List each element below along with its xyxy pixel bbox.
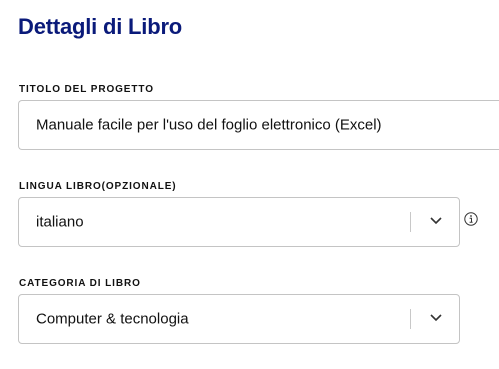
- book-category-label: CATEGORIA DI LIBRO: [19, 278, 141, 289]
- book-language-label: LINGUA LIBRO(OPZIONALE): [19, 181, 177, 192]
- book-language-value: italiano: [36, 213, 84, 231]
- select-divider: [410, 212, 411, 232]
- project-title-value: Manuale facile per l'uso del foglio elet…: [36, 116, 382, 134]
- info-icon[interactable]: [464, 212, 478, 226]
- page-title: Dettagli di Libro: [18, 14, 183, 39]
- book-language-select[interactable]: italiano: [18, 197, 460, 247]
- project-title-input[interactable]: Manuale facile per l'uso del foglio elet…: [18, 100, 499, 150]
- chevron-down-icon: [430, 217, 442, 225]
- book-category-select[interactable]: Computer & tecnologia: [18, 294, 460, 344]
- chevron-down-icon: [430, 314, 442, 322]
- book-details-page: Dettagli di Libro TITOLO DEL PROGETTO Ma…: [0, 0, 499, 369]
- project-title-label: TITOLO DEL PROGETTO: [19, 84, 154, 95]
- book-category-value: Computer & tecnologia: [36, 310, 189, 328]
- select-divider: [410, 309, 411, 329]
